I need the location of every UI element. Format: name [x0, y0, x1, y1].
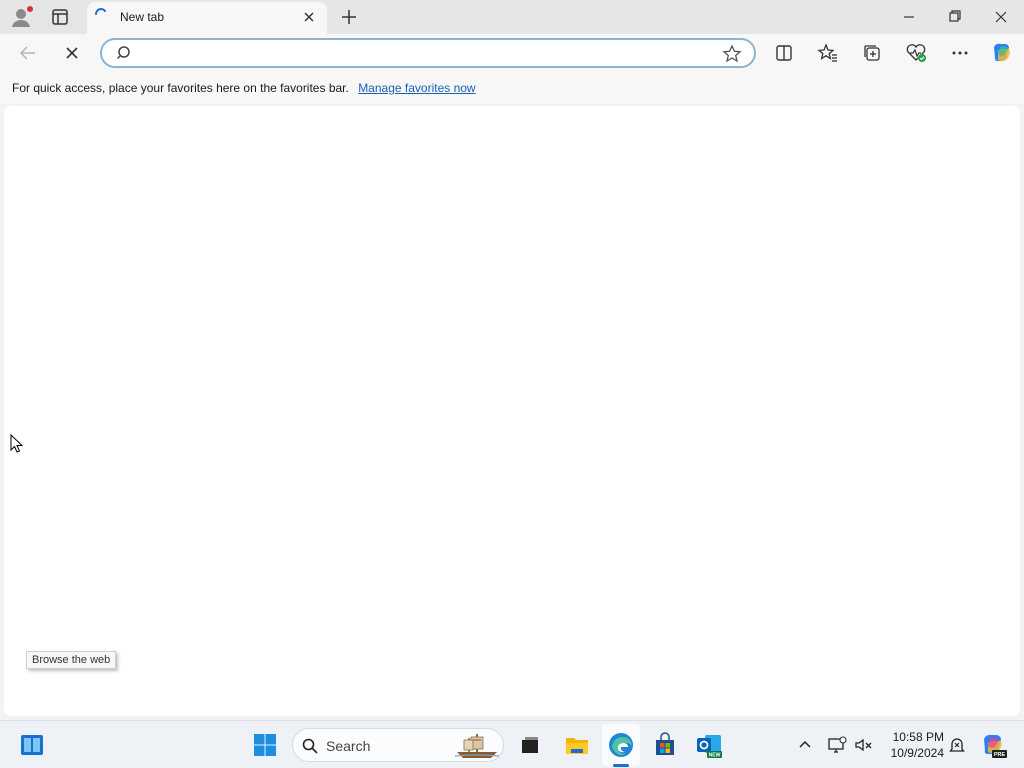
profile-icon: [12, 6, 33, 27]
page-content: [4, 106, 1020, 716]
browse-web-tooltip: Browse the web: [26, 651, 117, 669]
file-explorer-button[interactable]: [563, 731, 591, 759]
volume-icon: [855, 738, 872, 752]
minimize-icon: [904, 16, 914, 18]
minimize-button[interactable]: [894, 4, 924, 30]
stop-icon: [66, 47, 78, 59]
outlook-button[interactable]: NEW: [695, 731, 723, 759]
collections-button[interactable]: [858, 39, 886, 67]
file-explorer-icon: [566, 738, 588, 754]
favorites-bar-text: For quick access, place your favorites h…: [12, 81, 349, 95]
back-arrow-icon: [19, 46, 35, 60]
split-screen-button[interactable]: [770, 39, 798, 67]
start-button[interactable]: [251, 731, 279, 759]
clock-time: 10:58 PM: [892, 730, 944, 744]
split-screen-icon: [776, 45, 792, 61]
edge-icon: [609, 733, 633, 757]
show-hidden-icons-button[interactable]: [794, 734, 816, 756]
widgets-icon: [21, 735, 43, 755]
favorites-button[interactable]: [814, 39, 842, 67]
edge-taskbar-button[interactable]: [607, 731, 635, 759]
more-icon: [952, 51, 968, 55]
title-bar: New tab: [0, 0, 1024, 34]
outlook-new-badge: NEW: [709, 753, 721, 759]
star-icon[interactable]: [722, 44, 742, 64]
search-icon: [116, 46, 130, 60]
search-highlight-ship-icon: [454, 734, 500, 758]
copilot-button[interactable]: [988, 39, 1016, 67]
clock-date: 10/9/2024: [890, 746, 944, 760]
copilot-icon: [994, 43, 1010, 62]
widgets-button[interactable]: [18, 731, 46, 759]
copilot-pre-badge: PRE: [994, 752, 1006, 758]
favorites-bar-message: For quick access, place your favorites h…: [12, 81, 476, 95]
workspaces-icon: [52, 9, 68, 25]
performance-button[interactable]: [902, 39, 930, 67]
chevron-up-icon: [799, 740, 811, 748]
task-view-icon: [522, 737, 538, 753]
close-icon: [995, 11, 1007, 23]
browser-toolbar: [0, 34, 1024, 72]
performance-icon: [906, 44, 926, 62]
favorites-icon: [817, 43, 837, 62]
restore-icon: [949, 10, 961, 22]
address-input[interactable]: [142, 44, 712, 62]
notifications-button[interactable]: [946, 734, 968, 756]
new-tab-button[interactable]: [338, 6, 360, 28]
plus-icon: [342, 10, 356, 24]
taskbar: Search NEW 10:58 PM 10/9/2024 PRE: [0, 720, 1024, 768]
more-options-button[interactable]: [946, 39, 974, 67]
tab-new-tab[interactable]: New tab: [87, 2, 327, 34]
taskbar-search-label: Search: [326, 738, 371, 754]
stop-loading-button[interactable]: [58, 39, 86, 67]
windows-start-icon: [254, 734, 276, 756]
system-clock[interactable]: 10:58 PM 10/9/2024: [880, 729, 944, 761]
task-view-button[interactable]: [516, 731, 544, 759]
tab-title: New tab: [120, 10, 165, 24]
address-bar[interactable]: [100, 38, 756, 68]
mouse-cursor-icon: [10, 434, 24, 453]
workspaces-button[interactable]: [48, 5, 72, 29]
network-icon: [828, 736, 847, 753]
network-button[interactable]: [826, 734, 848, 756]
store-icon: [656, 732, 674, 755]
edge-active-indicator: [613, 764, 629, 767]
collections-icon: [864, 45, 880, 61]
restore-button[interactable]: [940, 4, 970, 30]
store-button[interactable]: [651, 731, 679, 759]
volume-button[interactable]: [852, 734, 874, 756]
taskbar-search-box[interactable]: Search: [292, 728, 504, 762]
outlook-icon: NEW: [697, 735, 722, 759]
loading-spinner-icon: [95, 8, 106, 15]
close-window-button[interactable]: [986, 4, 1016, 30]
copilot-icon: PRE: [984, 734, 1007, 758]
manage-favorites-link[interactable]: Manage favorites now: [358, 81, 475, 95]
back-button[interactable]: [14, 39, 42, 67]
search-icon: [302, 738, 318, 754]
close-icon[interactable]: [301, 9, 317, 25]
favorites-bar: For quick access, place your favorites h…: [0, 72, 1024, 104]
notification-icon: [949, 738, 965, 752]
profile-button[interactable]: [8, 5, 36, 29]
copilot-taskbar-button[interactable]: PRE: [978, 730, 1008, 760]
